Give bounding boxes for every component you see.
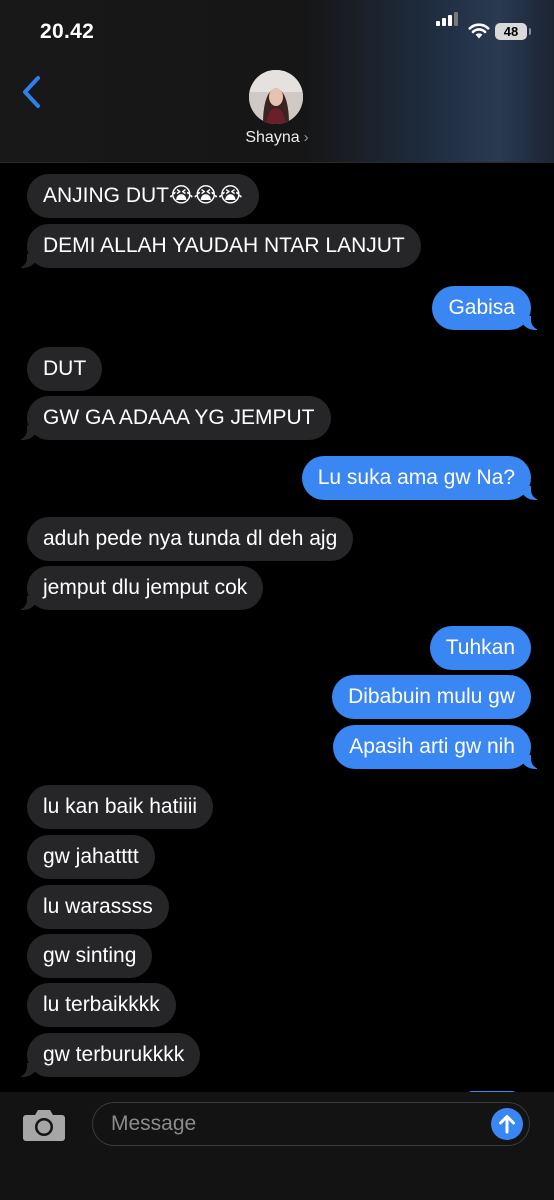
outgoing-message[interactable]: Dibabuin mulu gw	[332, 675, 531, 719]
outgoing-message[interactable]: Lu suka ama gw Na?	[301, 456, 542, 500]
conversation-header: 20.42 48 Shayna ›	[0, 0, 554, 163]
send-button[interactable]	[491, 1108, 523, 1140]
battery-indicator: 48	[495, 23, 531, 40]
incoming-message[interactable]: ANJING DUT😭😭😭	[27, 174, 259, 218]
incoming-message[interactable]: gw sinting	[27, 934, 153, 978]
incoming-message[interactable]: jemput dlu jemput cok	[16, 566, 264, 610]
incoming-message[interactable]: lu terbaikkkk	[27, 983, 176, 1027]
incoming-message[interactable]: GW GA ADAAA YG JEMPUT	[17, 396, 331, 440]
send-arrow-icon	[499, 1115, 515, 1134]
incoming-message[interactable]: DUT	[27, 347, 103, 391]
chevron-right-icon: ›	[303, 129, 309, 146]
status-bar: 20.42 48	[0, 0, 554, 62]
incoming-message[interactable]: lu kan baik hatiiii	[27, 785, 214, 829]
message-input[interactable]: Message	[92, 1102, 530, 1146]
chevron-left-icon[interactable]	[18, 74, 48, 110]
outgoing-message[interactable]: Apasih arti gw nih	[333, 725, 541, 769]
camera-icon[interactable]	[22, 1106, 66, 1142]
message-placeholder: Message	[111, 1112, 197, 1135]
message-list[interactable]: ANJING DUT😭😭😭 DEMI ALLAH YAUDAH NTAR LAN…	[0, 162, 554, 1092]
outgoing-message[interactable]: Tuhkan	[429, 626, 531, 670]
outgoing-message[interactable]: Gabisa	[432, 286, 541, 330]
status-time: 20.42	[40, 20, 95, 43]
incoming-message[interactable]: DEMI ALLAH YAUDAH NTAR LANJUT	[17, 224, 421, 268]
incoming-message[interactable]: aduh pede nya tunda dl deh ajg	[27, 517, 354, 561]
incoming-message[interactable]: gw terburukkkk	[16, 1033, 201, 1077]
incoming-message[interactable]: gw jahatttt	[27, 835, 155, 879]
wifi-icon	[468, 23, 490, 39]
compose-bar: Message	[0, 1092, 554, 1200]
contact-avatar[interactable]	[249, 70, 303, 124]
contact-name-button[interactable]: Shayna ›	[0, 129, 554, 147]
incoming-message[interactable]: lu warassss	[27, 885, 169, 929]
contact-name: Shayna	[245, 129, 300, 146]
